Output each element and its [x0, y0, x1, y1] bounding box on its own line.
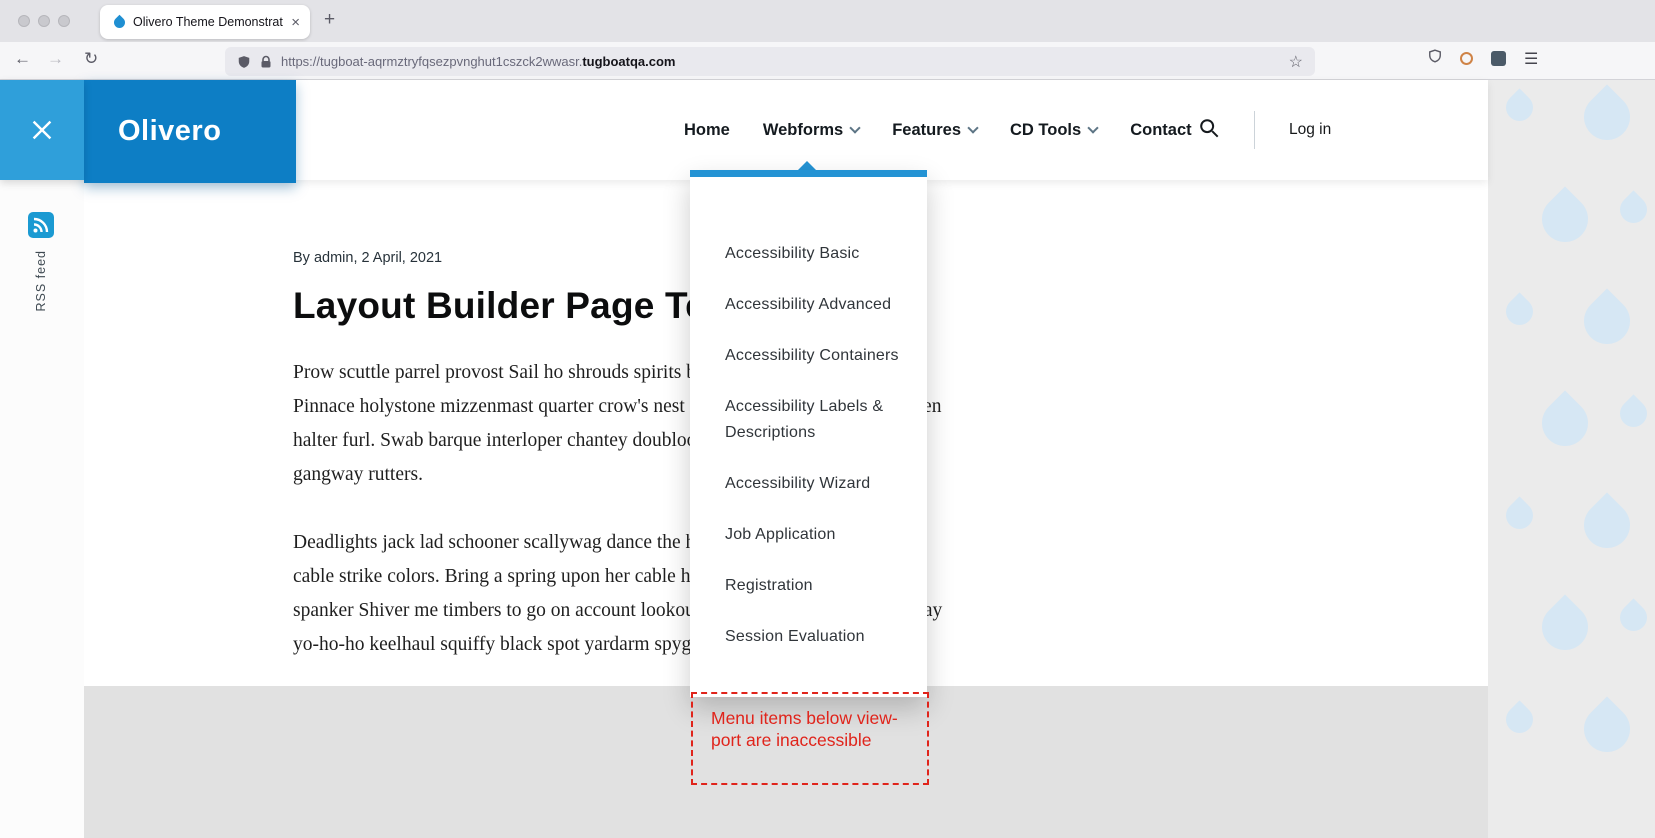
- droplet-shape: [1532, 594, 1598, 660]
- search-icon[interactable]: [1198, 117, 1220, 144]
- droplet-shape: [1500, 496, 1539, 535]
- url-text[interactable]: https://tugboat-aqrmztryfqsezpvnghut1csz…: [281, 54, 1289, 69]
- droplet-shape: [1614, 190, 1653, 229]
- main-navigation: Home Webforms Features CD Tools Contact: [684, 80, 1192, 180]
- reload-button[interactable]: ↻: [84, 50, 98, 67]
- forward-button[interactable]: →: [47, 50, 64, 67]
- droplet-shape: [1532, 186, 1598, 252]
- url-prefix: https://tugboat-aqrmztryfqsezpvnghut1csz…: [281, 54, 583, 69]
- nav-item-cd-tools[interactable]: CD Tools: [1010, 121, 1099, 140]
- window-zoom-button[interactable]: [58, 15, 70, 27]
- left-sidebar: RSS feed: [0, 180, 84, 838]
- close-tab-icon[interactable]: ×: [291, 14, 300, 31]
- annotation-box: Menu items below view-port are inaccessi…: [691, 692, 929, 785]
- privacy-shield-icon[interactable]: [1428, 48, 1442, 69]
- lock-icon[interactable]: [260, 55, 272, 69]
- droplet-shape: [1574, 288, 1640, 354]
- tab-bar: Olivero Theme Demonstration × +: [0, 0, 1655, 42]
- nav-item-home[interactable]: Home: [684, 121, 730, 140]
- menu-item-accessibility-advanced[interactable]: Accessibility Advanced: [725, 292, 910, 318]
- chevron-down-icon: [849, 122, 861, 134]
- article-byline: By admin, 2 April, 2021: [293, 250, 443, 266]
- browser-tab[interactable]: Olivero Theme Demonstration ×: [100, 5, 310, 39]
- droplet-shape: [1574, 84, 1640, 150]
- nav-divider: [1254, 111, 1255, 149]
- bookmark-star-icon[interactable]: ☆: [1289, 52, 1303, 72]
- close-x-icon: [32, 120, 52, 140]
- window-minimize-button[interactable]: [38, 15, 50, 27]
- url-domain: tugboatqa.com: [582, 54, 676, 69]
- nav-item-webforms[interactable]: Webforms: [763, 121, 861, 140]
- tracking-protection-shield-icon[interactable]: [237, 54, 251, 70]
- extension-icon[interactable]: [1491, 51, 1506, 66]
- page-title: Layout Builder Page Test: [293, 285, 740, 326]
- menu-item-accessibility-containers[interactable]: Accessibility Containers: [725, 343, 910, 369]
- menu-item-session-evaluation[interactable]: Session Evaluation: [725, 624, 910, 650]
- droplet-shape: [1532, 390, 1598, 456]
- menu-close-button[interactable]: [0, 80, 84, 180]
- account-icon[interactable]: [1460, 52, 1473, 65]
- menu-item-accessibility-basic[interactable]: Accessibility Basic: [725, 241, 910, 267]
- site-logo[interactable]: Olivero: [84, 80, 296, 183]
- annotation-text: Menu items below view-port are inaccessi…: [711, 708, 898, 750]
- menu-item-registration[interactable]: Registration: [725, 573, 910, 599]
- chevron-down-icon: [967, 122, 979, 134]
- dropdown-item-list: Accessibility Basic Accessibility Advanc…: [690, 177, 927, 650]
- rss-feed-label[interactable]: RSS feed: [34, 250, 48, 312]
- menu-item-job-application[interactable]: Job Application: [725, 522, 910, 548]
- url-bar[interactable]: https://tugboat-aqrmztryfqsezpvnghut1csz…: [225, 47, 1315, 76]
- droplet-shape: [1500, 292, 1539, 331]
- droplet-shape: [1614, 598, 1653, 637]
- droplet-shape: [1574, 492, 1640, 558]
- dropdown-accent-bar: [690, 170, 927, 177]
- menu-hamburger-icon[interactable]: ☰: [1524, 49, 1538, 69]
- back-button[interactable]: ←: [14, 50, 31, 67]
- browser-window: Olivero Theme Demonstration × + ← → ↻ ht…: [0, 0, 1655, 838]
- toolbar-right-icons: ☰: [1428, 48, 1538, 69]
- droplet-pattern: [1488, 80, 1655, 838]
- login-link[interactable]: Log in: [1289, 121, 1331, 139]
- chevron-down-icon: [1087, 122, 1099, 134]
- site-header: Olivero Home Webforms Features CD Tools …: [84, 80, 1488, 183]
- droplet-shape: [1500, 700, 1539, 739]
- nav-item-features[interactable]: Features: [892, 121, 979, 140]
- droplet-shape: [1500, 88, 1539, 127]
- droplet-shape: [1614, 394, 1653, 433]
- nav-item-contact[interactable]: Contact: [1130, 121, 1191, 140]
- window-close-button[interactable]: [18, 15, 30, 27]
- menu-item-accessibility-labels-descriptions[interactable]: Accessibility Labels & Descriptions: [725, 394, 910, 446]
- droplet-shape: [1574, 696, 1640, 762]
- tab-title: Olivero Theme Demonstration: [133, 15, 284, 29]
- menu-item-accessibility-wizard[interactable]: Accessibility Wizard: [725, 471, 910, 497]
- webforms-dropdown-menu: Accessibility Basic Accessibility Advanc…: [690, 170, 927, 697]
- rss-feed-icon[interactable]: [28, 212, 54, 243]
- new-tab-button[interactable]: +: [324, 9, 335, 31]
- drupal-favicon-icon: [111, 14, 128, 30]
